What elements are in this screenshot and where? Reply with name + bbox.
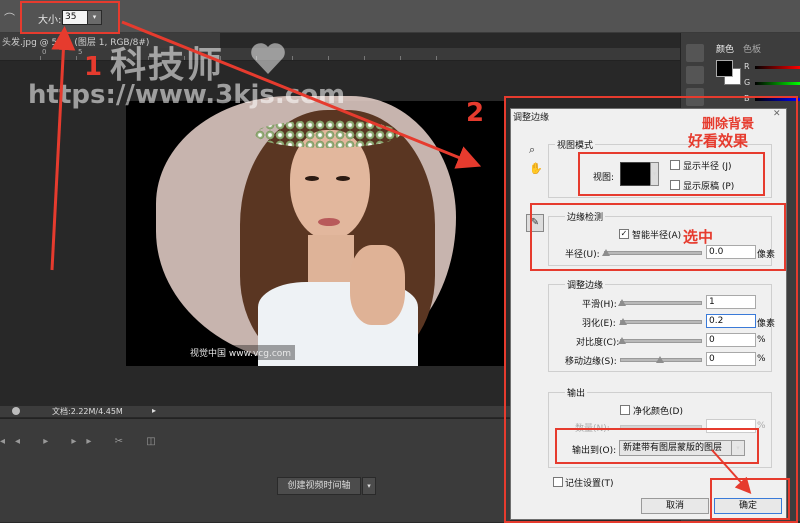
arrow-to-dialog (121, 20, 482, 169)
arrow-to-ok (711, 449, 752, 494)
annotation-arrows (50, 20, 752, 494)
arrow-to-size (50, 26, 76, 271)
